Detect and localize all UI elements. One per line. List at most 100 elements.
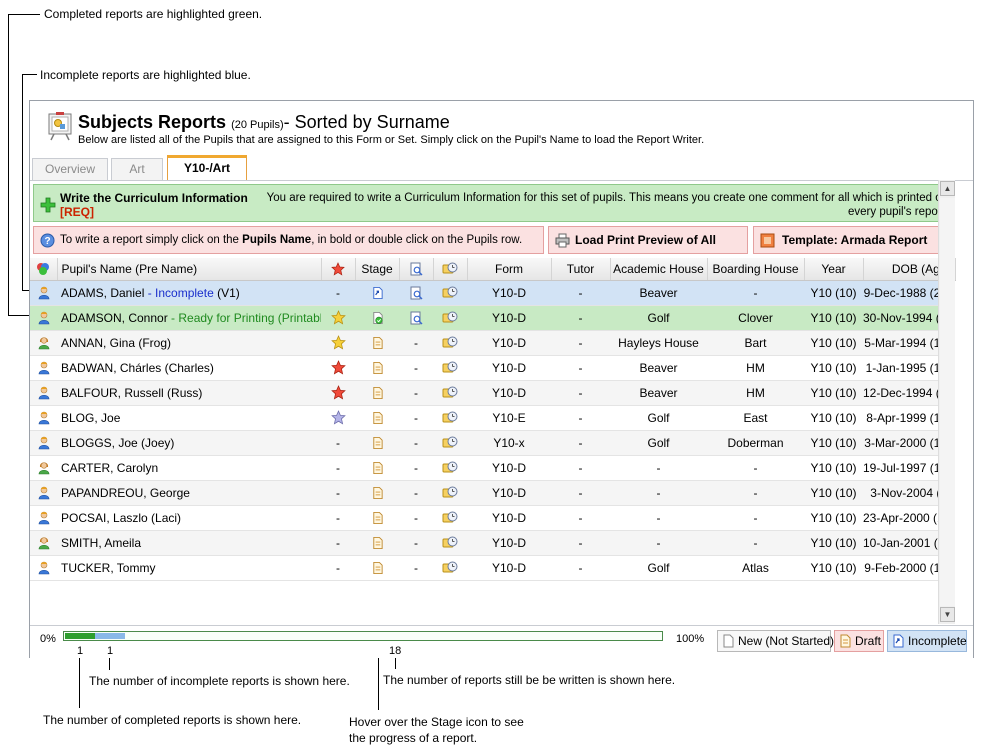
curriculum-title[interactable]: Write the Curriculum Information [60, 191, 248, 205]
stage-cell[interactable] [355, 555, 399, 581]
table-row[interactable]: ADAMSON, Connor - Ready for Printing (Pr… [30, 305, 955, 331]
pupil-name[interactable]: BLOG, Joe [61, 411, 120, 425]
star-cell[interactable] [321, 355, 355, 381]
column-header-year[interactable]: Year [804, 258, 864, 281]
stage-cell[interactable] [355, 405, 399, 431]
preview-cell[interactable]: - [399, 430, 433, 456]
star-cell[interactable] [321, 305, 355, 331]
column-header-star[interactable] [321, 258, 356, 281]
comment-cell[interactable] [433, 530, 467, 556]
progress-bar[interactable] [63, 631, 663, 641]
column-header-name[interactable]: Pupil's Name (Pre Name) [57, 258, 322, 281]
pupil-name[interactable]: TUCKER, Tommy [61, 561, 155, 575]
vertical-scrollbar[interactable]: ▲ ▼ [938, 180, 955, 624]
preview-cell[interactable]: - [399, 330, 433, 356]
pupil-name[interactable]: ADAMS, Daniel [61, 286, 144, 300]
comment-cell[interactable] [433, 480, 467, 506]
star-cell[interactable]: - [321, 280, 355, 306]
pupil-name[interactable]: CARTER, Carolyn [61, 461, 158, 475]
preview-cell[interactable]: - [399, 555, 433, 581]
preview-cell[interactable]: - [399, 530, 433, 556]
table-row[interactable]: ANNAN, Gina (Frog) - Y10-D - Hayleys House Ba… [30, 330, 955, 356]
preview-cell[interactable] [399, 280, 433, 306]
comment-cell[interactable] [433, 405, 467, 431]
preview-cell[interactable]: - [399, 380, 433, 406]
scroll-track[interactable] [940, 198, 955, 606]
comment-cell[interactable] [433, 280, 467, 306]
legend-incomplete[interactable]: Incomplete [887, 630, 967, 652]
scroll-down-button[interactable]: ▼ [940, 607, 955, 622]
stage-cell[interactable] [355, 430, 399, 456]
pupil-name-cell[interactable]: POCSAI, Laszlo (Laci) [57, 505, 321, 531]
table-row[interactable]: BLOGGS, Joe (Joey) - - Y10-x - Golf Doberman Y1… [30, 430, 955, 456]
preview-cell[interactable]: - [399, 480, 433, 506]
pupil-name[interactable]: BADWAN, Chárles (Charles) [61, 361, 214, 375]
pupil-name-cell[interactable]: BADWAN, Chárles (Charles) [57, 355, 321, 381]
pupil-name-cell[interactable]: BALFOUR, Russell (Russ) [57, 380, 321, 406]
pupil-name-cell[interactable]: TUCKER, Tommy [57, 555, 321, 581]
star-cell[interactable] [321, 405, 355, 431]
pupil-name-cell[interactable]: BLOGGS, Joe (Joey) [57, 430, 321, 456]
stage-cell[interactable] [355, 305, 399, 331]
legend-new[interactable]: New (Not Started) [717, 630, 834, 652]
column-header-gender[interactable] [30, 258, 58, 281]
pupil-name[interactable]: SMITH, Ameila [61, 536, 141, 550]
template-button[interactable]: Template: Armada Report [753, 226, 953, 254]
comment-cell[interactable] [433, 505, 467, 531]
comment-cell[interactable] [433, 455, 467, 481]
pupil-name[interactable]: BALFOUR, Russell (Russ) [61, 386, 202, 400]
stage-cell[interactable] [355, 455, 399, 481]
comment-cell[interactable] [433, 430, 467, 456]
stage-cell[interactable] [355, 330, 399, 356]
column-header-comment[interactable] [433, 258, 468, 281]
comment-cell[interactable] [433, 305, 467, 331]
star-cell[interactable]: - [321, 455, 355, 481]
stage-cell[interactable] [355, 355, 399, 381]
star-cell[interactable] [321, 330, 355, 356]
preview-cell[interactable] [399, 305, 433, 331]
stage-cell[interactable] [355, 280, 399, 306]
preview-cell[interactable]: - [399, 355, 433, 381]
column-header-form[interactable]: Form [467, 258, 552, 281]
pupil-name-cell[interactable]: BLOG, Joe [57, 405, 321, 431]
table-row[interactable]: TUCKER, Tommy - - Y10-D - Golf Atlas Y10 (10) 9-… [30, 555, 955, 581]
table-row[interactable]: POCSAI, Laszlo (Laci) - - Y10-D - - - Y10 (10) 2… [30, 505, 955, 531]
tab-y10-art[interactable]: Y10-/Art [167, 155, 247, 181]
stage-cell[interactable] [355, 530, 399, 556]
table-row[interactable]: CARTER, Carolyn - - Y10-D - - - Y10 (10) 19-Jul-… [30, 455, 955, 481]
table-row[interactable]: ADAMS, Daniel - Incomplete (V1) - Y10-D - Be… [30, 280, 955, 306]
star-cell[interactable]: - [321, 555, 355, 581]
star-cell[interactable]: - [321, 430, 355, 456]
star-cell[interactable] [321, 380, 355, 406]
comment-cell[interactable] [433, 355, 467, 381]
stage-cell[interactable] [355, 480, 399, 506]
tab-overview[interactable]: Overview [32, 158, 108, 180]
tab-art[interactable]: Art [111, 158, 163, 180]
preview-cell[interactable]: - [399, 455, 433, 481]
pupil-name-cell[interactable]: SMITH, Ameila [57, 530, 321, 556]
stage-cell[interactable] [355, 380, 399, 406]
pupil-name-cell[interactable]: ADAMS, Daniel - Incomplete (V1) [57, 280, 321, 306]
column-header-academic-house[interactable]: Academic House [610, 258, 708, 281]
comment-cell[interactable] [433, 555, 467, 581]
pupil-name-cell[interactable]: ANNAN, Gina (Frog) [57, 330, 321, 356]
table-row[interactable]: SMITH, Ameila - - Y10-D - - - Y10 (10) 10-Jan-20… [30, 530, 955, 556]
pupil-name-cell[interactable]: CARTER, Carolyn [57, 455, 321, 481]
table-row[interactable]: PAPANDREOU, George - - Y10-D - - - Y10 (10) 3-No… [30, 480, 955, 506]
star-cell[interactable]: - [321, 505, 355, 531]
table-row[interactable]: BLOG, Joe - Y10-E - Golf East Y10 (10) 8-Apr-19… [30, 405, 955, 431]
column-header-boarding-house[interactable]: Boarding House [707, 258, 805, 281]
preview-cell[interactable]: - [399, 505, 433, 531]
pupil-name[interactable]: PAPANDREOU, George [61, 486, 190, 500]
print-preview-button[interactable]: Load Print Preview of All [548, 226, 748, 254]
legend-draft[interactable]: Draft [834, 630, 884, 652]
preview-cell[interactable]: - [399, 405, 433, 431]
pupil-name-cell[interactable]: PAPANDREOU, George [57, 480, 321, 506]
pupil-name-cell[interactable]: ADAMSON, Connor - Ready for Printing (Pr… [57, 305, 321, 331]
pupil-name[interactable]: POCSAI, Laszlo (Laci) [61, 511, 181, 525]
table-row[interactable]: BALFOUR, Russell (Russ) - Y10-D - Beaver HM Y1… [30, 380, 955, 406]
curriculum-info-box[interactable]: Write the Curriculum Information [REQ] Y… [33, 184, 953, 222]
pupil-name[interactable]: ADAMSON, Connor [61, 311, 168, 325]
scroll-up-button[interactable]: ▲ [940, 181, 955, 196]
comment-cell[interactable] [433, 330, 467, 356]
